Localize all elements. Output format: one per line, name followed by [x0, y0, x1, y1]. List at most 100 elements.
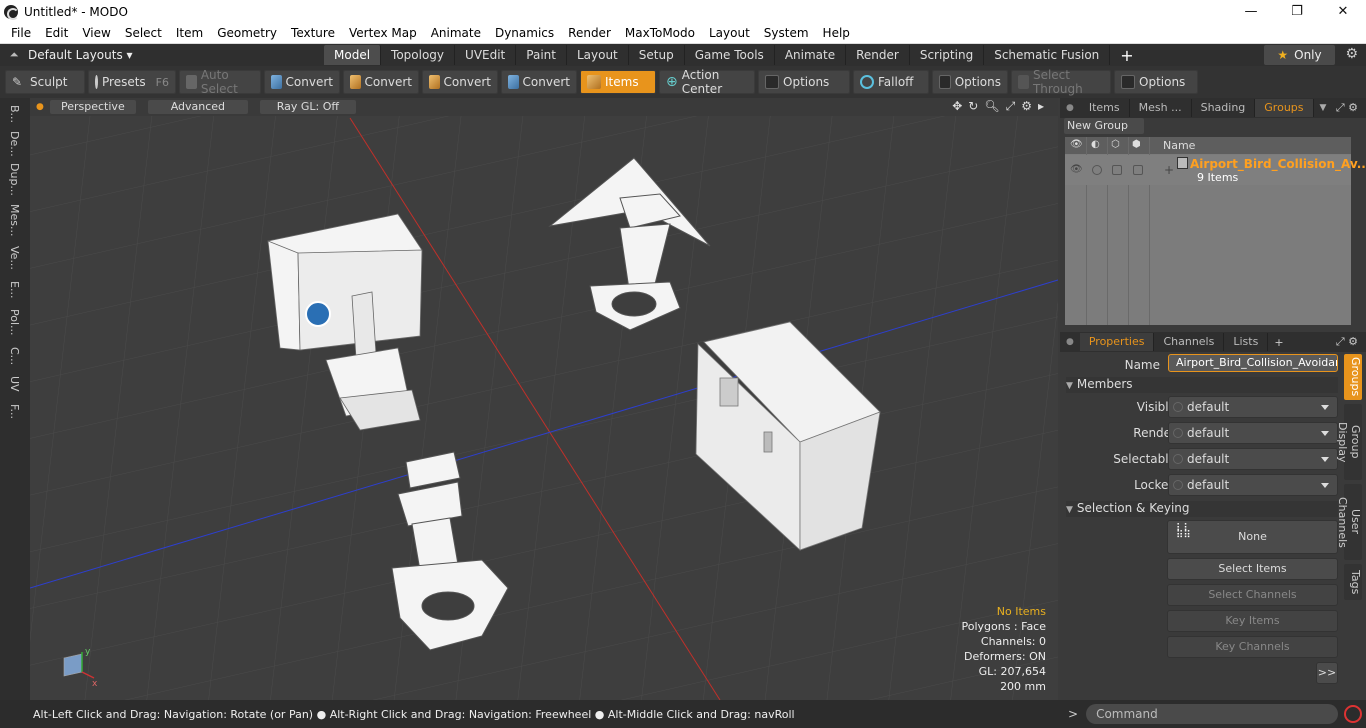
- convert-vertices-button[interactable]: Convert: [264, 70, 340, 94]
- options-button-2[interactable]: Options: [932, 70, 1008, 94]
- menu-layout[interactable]: Layout: [702, 26, 757, 40]
- left-tab-edge[interactable]: E...: [5, 276, 21, 304]
- selection-keying-section[interactable]: ▼ Selection & Keying: [1066, 501, 1338, 517]
- tabs-dropdown-icon[interactable]: ▼: [1314, 103, 1333, 113]
- maximize-button[interactable]: ❐: [1274, 0, 1320, 23]
- command-input[interactable]: Command: [1086, 704, 1339, 724]
- left-tab-uv[interactable]: UV: [5, 370, 21, 398]
- tab-scripting[interactable]: Scripting: [910, 45, 985, 65]
- select-toggle[interactable]: [1112, 165, 1122, 175]
- key-channels-button[interactable]: Key Channels: [1167, 636, 1338, 658]
- options-button-1[interactable]: Options: [758, 70, 850, 94]
- layout-switch-icon[interactable]: ⏶: [0, 48, 28, 62]
- key-items-button[interactable]: Key Items: [1167, 610, 1338, 632]
- render-dropdown[interactable]: default: [1168, 422, 1338, 444]
- left-tab-basic[interactable]: B...: [5, 100, 21, 128]
- lock-toggle[interactable]: [1133, 165, 1143, 175]
- menu-select[interactable]: Select: [118, 26, 169, 40]
- menu-vertex-map[interactable]: Vertex Map: [342, 26, 424, 40]
- selectable-dropdown[interactable]: default: [1168, 448, 1338, 470]
- record-macro-icon[interactable]: [1344, 705, 1363, 723]
- menu-render[interactable]: Render: [561, 26, 618, 40]
- left-tab-mesh[interactable]: Mes...: [5, 202, 21, 238]
- menu-item[interactable]: Item: [169, 26, 210, 40]
- shading-dropdown[interactable]: Advanced: [147, 100, 248, 114]
- panel-expand-icon[interactable]: ⤢ ⚙: [1336, 335, 1358, 349]
- menu-help[interactable]: Help: [816, 26, 857, 40]
- gear-icon[interactable]: ⚙: [1345, 46, 1358, 62]
- options-button-3[interactable]: Options: [1114, 70, 1198, 94]
- left-tab-vertex[interactable]: Ve...: [5, 244, 21, 272]
- menu-system[interactable]: System: [757, 26, 816, 40]
- tab-lists[interactable]: Lists: [1224, 333, 1269, 351]
- sculpt-button[interactable]: ✎ Sculpt: [5, 70, 85, 94]
- expand-arrow-icon[interactable]: ▸: [1038, 99, 1044, 114]
- tab-groups[interactable]: Groups: [1255, 99, 1314, 117]
- items-mode-button[interactable]: Items: [580, 70, 656, 94]
- tab-topology[interactable]: Topology: [381, 45, 456, 65]
- rotate-icon[interactable]: ↻: [968, 99, 978, 114]
- action-center-button[interactable]: ⊕ Action Center: [659, 68, 755, 96]
- tab-paint[interactable]: Paint: [516, 45, 567, 65]
- menu-texture[interactable]: Texture: [284, 26, 342, 40]
- new-group-button[interactable]: New Group: [1064, 118, 1144, 134]
- menu-maxtomodo[interactable]: MaxToModo: [618, 26, 702, 40]
- perspective-dropdown[interactable]: Perspective: [49, 100, 136, 114]
- menu-file[interactable]: File: [4, 26, 38, 40]
- select-through-button[interactable]: Select Through: [1011, 68, 1111, 96]
- tab-schematic-fusion[interactable]: Schematic Fusion: [984, 45, 1111, 65]
- 3d-viewport[interactable]: ● Perspective Advanced Ray GL: Off ✥ ↻ 🔍…: [30, 98, 1058, 700]
- convert-polygons-button[interactable]: Convert: [422, 70, 498, 94]
- more-button[interactable]: >>: [1316, 662, 1338, 684]
- falloff-button[interactable]: Falloff: [853, 70, 929, 94]
- tab-shading[interactable]: Shading: [1192, 99, 1256, 117]
- convert-edges-button[interactable]: Convert: [343, 70, 419, 94]
- tab-items[interactable]: Items: [1080, 99, 1130, 117]
- tab-mesh[interactable]: Mesh ...: [1130, 99, 1192, 117]
- raygl-toggle[interactable]: Ray GL: Off: [259, 100, 356, 114]
- side-tab-tags[interactable]: Tags: [1344, 564, 1362, 600]
- select-channels-button[interactable]: Select Channels: [1167, 584, 1338, 606]
- expand-group-icon[interactable]: +: [1164, 163, 1174, 177]
- menu-geometry[interactable]: Geometry: [210, 26, 284, 40]
- zoom-icon[interactable]: 🔍︎: [984, 99, 999, 114]
- menu-view[interactable]: View: [75, 26, 117, 40]
- group-name-field[interactable]: Airport_Bird_Collision_Avoidance: [1168, 354, 1338, 372]
- tab-layout[interactable]: Layout: [567, 45, 629, 65]
- none-button[interactable]: ⠇⠇ ⠿⠿ None: [1167, 520, 1338, 554]
- tab-channels[interactable]: Channels: [1154, 333, 1225, 351]
- group-row[interactable]: 👁︎ + Airport_Bird_Collision_Av... 9 Item…: [1065, 155, 1366, 185]
- left-tab-deform[interactable]: De...: [5, 130, 21, 158]
- auto-select-button[interactable]: Auto Select: [179, 68, 261, 96]
- maximize-viewport-icon[interactable]: ⤢: [1006, 99, 1016, 114]
- side-tab-user-channels[interactable]: User Channels: [1336, 484, 1362, 560]
- tab-render[interactable]: Render: [846, 45, 910, 65]
- menu-dynamics[interactable]: Dynamics: [488, 26, 561, 40]
- presets-button[interactable]: Presets F6: [88, 70, 176, 94]
- left-tab-polygon[interactable]: Pol...: [5, 306, 21, 338]
- default-layouts-dropdown[interactable]: Default Layouts ▾: [28, 48, 324, 62]
- minimize-button[interactable]: —: [1228, 0, 1274, 23]
- select-items-button[interactable]: Select Items: [1167, 558, 1338, 580]
- close-button[interactable]: ✕: [1320, 0, 1366, 23]
- tab-setup[interactable]: Setup: [629, 45, 685, 65]
- tab-game-tools[interactable]: Game Tools: [685, 45, 775, 65]
- menu-edit[interactable]: Edit: [38, 26, 75, 40]
- left-tab-duplicate[interactable]: Dup...: [5, 162, 21, 196]
- pan-icon[interactable]: ✥: [952, 99, 962, 114]
- visibility-eye-icon[interactable]: 👁︎: [1070, 164, 1083, 175]
- menu-animate[interactable]: Animate: [424, 26, 488, 40]
- left-tab-curve[interactable]: C...: [5, 342, 21, 370]
- side-tab-groups[interactable]: Groups: [1344, 354, 1362, 400]
- tab-animate[interactable]: Animate: [775, 45, 847, 65]
- members-section[interactable]: ▼ Members: [1066, 377, 1338, 393]
- visible-dropdown[interactable]: default: [1168, 396, 1338, 418]
- convert-materials-button[interactable]: Convert: [501, 70, 577, 94]
- render-toggle[interactable]: [1092, 165, 1102, 175]
- panel-expand-icon[interactable]: ⤢ ⚙: [1336, 101, 1358, 115]
- tab-properties[interactable]: Properties: [1079, 333, 1155, 351]
- left-tab-fusion[interactable]: F...: [5, 398, 21, 426]
- only-toggle[interactable]: ★ Only: [1264, 45, 1335, 65]
- tab-model[interactable]: Model: [324, 45, 382, 65]
- add-tab-button[interactable]: +: [1110, 46, 1143, 65]
